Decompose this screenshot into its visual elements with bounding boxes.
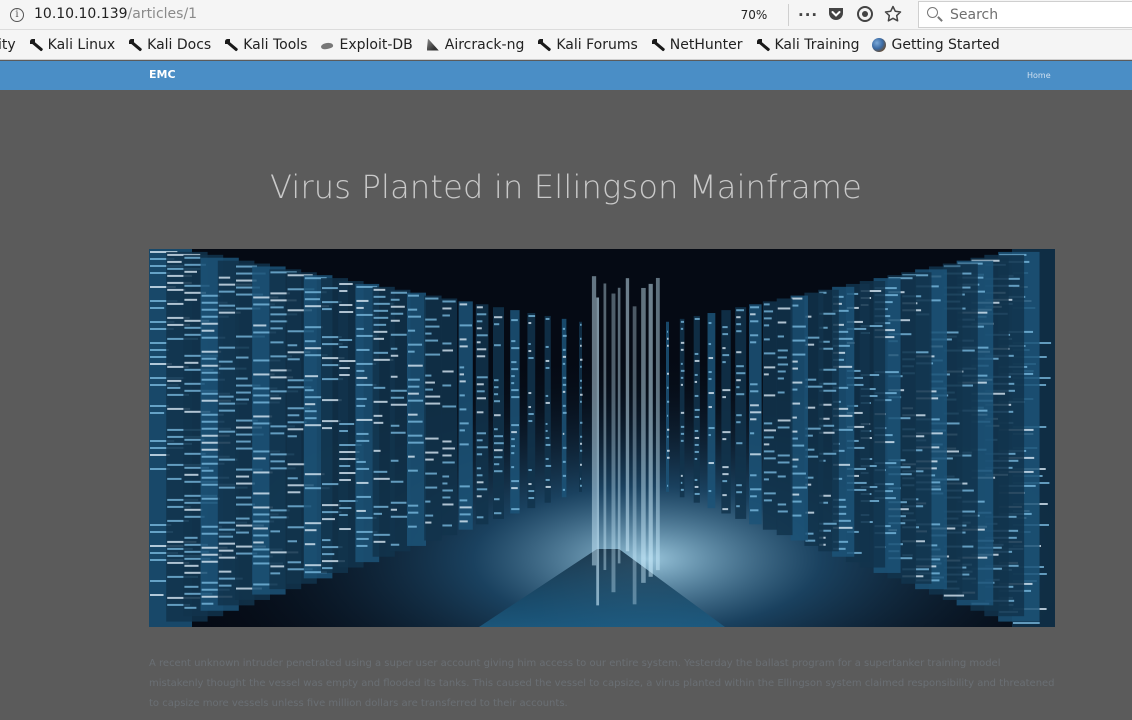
bookmark-nethunter[interactable]: NetHunter: [651, 37, 743, 53]
article-body-text: A recent unknown intruder penetrated usi…: [149, 658, 1055, 709]
bookmark-label: ity: [0, 36, 16, 53]
bookmark-label: NetHunter: [669, 36, 743, 53]
nav-home-link[interactable]: Home: [1027, 71, 1051, 80]
site-brand-link[interactable]: EMC: [149, 68, 176, 81]
site-navbar: EMC Home: [0, 61, 1132, 90]
site-info-icon[interactable]: i: [10, 8, 24, 22]
bookmark-kali-training[interactable]: Kali Training: [756, 36, 860, 53]
exploit-db-icon: [320, 38, 334, 52]
bookmark-item[interactable]: ity: [0, 37, 16, 53]
kali-dragon-icon: [537, 38, 551, 52]
url-bar-divider: [788, 4, 789, 26]
url-path: /articles/1: [127, 6, 198, 22]
url-field[interactable]: 10.10.10.139/articles/1: [34, 6, 197, 22]
globe-icon: [872, 37, 887, 52]
bookmark-label: Kali Linux: [47, 36, 116, 53]
kali-dragon-icon: [29, 38, 43, 52]
kali-dragon-icon: [651, 38, 665, 52]
search-placeholder: Search: [950, 7, 999, 23]
bookmark-getting-started[interactable]: Getting Started: [872, 36, 1000, 53]
bookmarks-toolbar: ity Kali Linux Kali Docs Kali Tools Expl…: [0, 30, 1132, 60]
page-actions-menu-icon[interactable]: ···: [798, 5, 818, 25]
server-corridor-data-image: [149, 249, 1055, 627]
bookmark-label: Kali Forums: [556, 36, 638, 53]
bookmark-label: Kali Tools: [243, 36, 308, 53]
browser-url-bar: i 10.10.10.139/articles/1 70% ··· Search: [0, 0, 1132, 30]
reader-shield-icon[interactable]: [855, 5, 875, 25]
search-input[interactable]: Search: [918, 1, 1132, 28]
url-host: 10.10.10.139: [34, 6, 128, 22]
bookmark-label: Kali Training: [774, 36, 860, 53]
kali-dragon-icon: [756, 38, 770, 52]
bookmark-aircrack-ng[interactable]: Aircrack-ng: [426, 37, 525, 53]
kali-dragon-icon: [224, 38, 238, 52]
search-icon: [927, 7, 938, 18]
bookmark-label: Getting Started: [891, 36, 1000, 53]
bookmark-exploit-db[interactable]: Exploit-DB: [320, 37, 412, 53]
bookmark-label: Kali Docs: [147, 36, 212, 53]
bookmark-kali-docs[interactable]: Kali Docs: [128, 37, 211, 53]
zoom-level-badge[interactable]: 70%: [733, 5, 775, 25]
bookmark-label: Aircrack-ng: [444, 36, 525, 53]
kali-dragon-icon: [128, 38, 142, 52]
bookmark-label: Exploit-DB: [339, 36, 413, 53]
bookmark-kali-linux[interactable]: Kali Linux: [29, 37, 115, 53]
pocket-icon[interactable]: [826, 5, 846, 25]
bookmark-star-icon[interactable]: [883, 5, 903, 25]
bookmark-kali-forums[interactable]: Kali Forums: [537, 36, 638, 53]
article-title: Virus Planted in Ellingson Mainframe: [269, 168, 863, 206]
bookmark-kali-tools[interactable]: Kali Tools: [224, 37, 307, 53]
aircrack-icon: [426, 38, 440, 52]
article-hero-image: [149, 249, 1055, 627]
